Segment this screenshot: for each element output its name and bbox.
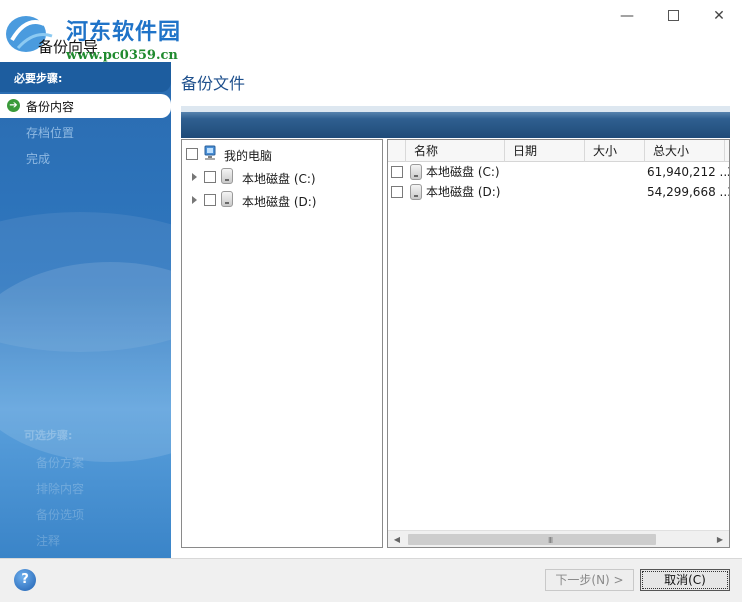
row-name: 本地磁盘 (C:)	[426, 165, 500, 179]
maximize-icon	[667, 10, 679, 21]
optional-steps-header: 可选步骤:	[24, 429, 73, 442]
optional-step-exclusions: 排除内容	[36, 482, 85, 496]
row-total-size: 61,940,212 ...	[647, 165, 730, 179]
footer-bar: ? 下一步(N) > 取消(C)	[0, 558, 742, 602]
minimize-button[interactable]: —	[617, 6, 637, 26]
row-extra: 1	[727, 182, 729, 202]
window-title: 备份向导	[38, 38, 99, 56]
scroll-right-icon[interactable]: ▶	[714, 534, 726, 545]
drive-c-checkbox[interactable]	[204, 171, 216, 183]
step-archive-location[interactable]: 存档位置	[0, 120, 171, 144]
step-backup-content[interactable]: ➔ 备份内容	[0, 94, 171, 118]
list-header: 名称 日期 大小 总大小	[388, 140, 729, 162]
step-label: 备份内容	[26, 100, 75, 114]
help-icon[interactable]: ?	[14, 569, 36, 591]
optional-step-comment: 注释	[36, 534, 61, 548]
step-finish[interactable]: 完成	[0, 146, 171, 170]
row-extra: 3	[727, 162, 729, 182]
scroll-grip: III	[548, 536, 553, 545]
close-button[interactable]: ✕	[709, 6, 729, 26]
optional-step-backup-scheme: 备份方案	[36, 456, 85, 470]
watermark: 河东软件园 www.pc0359.cn	[0, 6, 210, 63]
scroll-left-icon[interactable]: ◀	[391, 534, 403, 545]
tree-label: 本地磁盘 (D:)	[242, 195, 317, 209]
row-checkbox[interactable]	[391, 166, 403, 178]
tree-node-drive-d[interactable]: 本地磁盘 (D:)	[190, 190, 376, 210]
drive-d-checkbox[interactable]	[204, 194, 216, 206]
computer-icon	[204, 145, 216, 160]
column-header-total[interactable]: 总大小	[645, 140, 725, 162]
step-label: 存档位置	[26, 126, 75, 140]
next-button[interactable]: 下一步(N) >	[545, 569, 634, 591]
expand-arrow-icon[interactable]	[192, 173, 197, 181]
file-list[interactable]: 名称 日期 大小 总大小 本地磁盘 (C:) 61,940,212 ... 3 …	[387, 139, 730, 548]
my-computer-checkbox[interactable]	[186, 148, 198, 160]
header-band-highlight	[181, 106, 730, 112]
column-header-date[interactable]: 日期	[505, 140, 585, 162]
row-total-size: 54,299,668 ...	[647, 185, 730, 199]
disk-icon	[410, 164, 422, 180]
wizard-sidebar: 必要步骤: ➔ 备份内容 存档位置 完成 可选步骤: 备份方案 排除内容 备份选…	[0, 62, 171, 558]
list-row[interactable]: 本地磁盘 (D:) 54,299,668 ... 1	[388, 182, 730, 202]
tree-node-drive-c[interactable]: 本地磁盘 (C:)	[190, 167, 376, 187]
disk-icon	[221, 191, 233, 207]
tree-label: 本地磁盘 (C:)	[242, 172, 316, 186]
required-steps-header: 必要步骤:	[0, 62, 171, 92]
row-checkbox[interactable]	[391, 186, 403, 198]
tree-label: 我的电脑	[224, 149, 273, 163]
scroll-thumb[interactable]: III	[408, 534, 656, 545]
disk-icon	[221, 168, 233, 184]
required-steps-label: 必要步骤:	[14, 72, 63, 85]
cancel-label: 取消(C)	[664, 573, 706, 587]
tree-node-my-computer[interactable]: 我的电脑	[186, 144, 376, 164]
disk-icon	[410, 184, 422, 200]
page-title: 备份文件	[181, 74, 246, 93]
title-bar: 河东软件园 www.pc0359.cn 备份向导 — ✕	[0, 0, 742, 63]
column-header-size[interactable]: 大小	[585, 140, 645, 162]
column-header-check	[388, 140, 406, 162]
source-tree[interactable]: 我的电脑 本地磁盘 (C:) 本地磁盘 (D:)	[181, 139, 383, 548]
column-header-name[interactable]: 名称	[406, 140, 505, 162]
arrow-right-icon: ➔	[7, 99, 20, 112]
list-row[interactable]: 本地磁盘 (C:) 61,940,212 ... 3	[388, 162, 730, 182]
expand-arrow-icon[interactable]	[192, 196, 197, 204]
step-label: 完成	[26, 152, 51, 166]
row-name: 本地磁盘 (D:)	[426, 185, 501, 199]
maximize-button[interactable]	[663, 6, 683, 26]
optional-step-backup-options: 备份选项	[36, 508, 85, 522]
cancel-button[interactable]: 取消(C)	[640, 569, 730, 591]
horizontal-scrollbar[interactable]: ◀ III ▶	[388, 530, 729, 547]
